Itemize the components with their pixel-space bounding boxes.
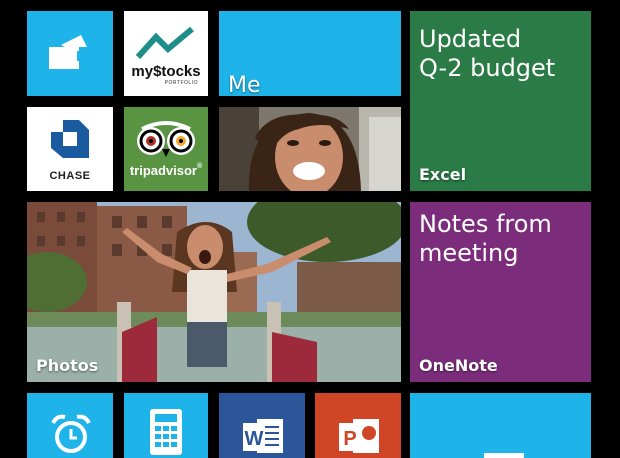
stock-chart-icon bbox=[135, 26, 194, 60]
tripadvisor-tile[interactable]: tripadvisor® bbox=[124, 107, 208, 191]
onenote-title-line1: Notes from bbox=[419, 210, 552, 238]
powerpoint-icon: P bbox=[339, 419, 379, 453]
onenote-label: OneNote bbox=[419, 356, 498, 375]
photos-label: Photos bbox=[36, 356, 99, 375]
wallet-tile[interactable] bbox=[27, 11, 113, 96]
word-icon: W bbox=[243, 419, 283, 453]
cyan-wide-tile[interactable] bbox=[410, 393, 591, 458]
powerpoint-letter: P bbox=[343, 428, 356, 450]
word-letter: W bbox=[245, 428, 264, 450]
me-label: Me bbox=[228, 73, 261, 96]
photos-hub-image bbox=[27, 202, 401, 382]
tripadvisor-owl-icon bbox=[137, 121, 195, 157]
onenote-title-line2: meeting bbox=[419, 239, 519, 267]
tripadvisor-label: tripadvisor® bbox=[124, 163, 208, 178]
minus-icon bbox=[484, 453, 524, 458]
me-tile[interactable]: Me bbox=[219, 11, 401, 96]
excel-document-title: Updated Q-2 budget bbox=[419, 25, 555, 83]
wallet-icon bbox=[49, 35, 87, 69]
onenote-tile[interactable]: Notes from meeting OneNote bbox=[410, 202, 591, 382]
photos-tile[interactable]: Photos bbox=[27, 202, 401, 382]
alarms-tile[interactable] bbox=[27, 393, 113, 458]
chase-logo-icon bbox=[51, 120, 89, 158]
mystocks-subtitle: PORTFOLIO bbox=[164, 80, 198, 86]
excel-title-line2: Q-2 budget bbox=[419, 54, 556, 82]
excel-title-line1: Updated bbox=[419, 25, 522, 53]
mystocks-logo: my$tocks bbox=[131, 63, 201, 80]
me-profile-photo bbox=[219, 107, 401, 191]
chase-label: CHASE bbox=[49, 170, 91, 182]
calculator-tile[interactable] bbox=[124, 393, 208, 458]
excel-label: Excel bbox=[419, 165, 467, 184]
chase-tile[interactable]: CHASE bbox=[27, 107, 113, 191]
tripadvisor-trademark: ® bbox=[197, 163, 203, 170]
calculator-icon bbox=[150, 409, 182, 455]
onenote-note-title: Notes from meeting bbox=[419, 210, 552, 268]
powerpoint-tile[interactable]: P bbox=[315, 393, 401, 458]
me-photo-tile[interactable] bbox=[219, 107, 401, 191]
mystocks-tile[interactable]: my$tocks PORTFOLIO bbox=[124, 11, 208, 96]
excel-tile[interactable]: Updated Q-2 budget Excel bbox=[410, 11, 591, 191]
tripadvisor-label-text: tripadvisor bbox=[129, 163, 197, 178]
word-tile[interactable]: W bbox=[219, 393, 305, 458]
alarm-clock-icon bbox=[51, 414, 91, 453]
